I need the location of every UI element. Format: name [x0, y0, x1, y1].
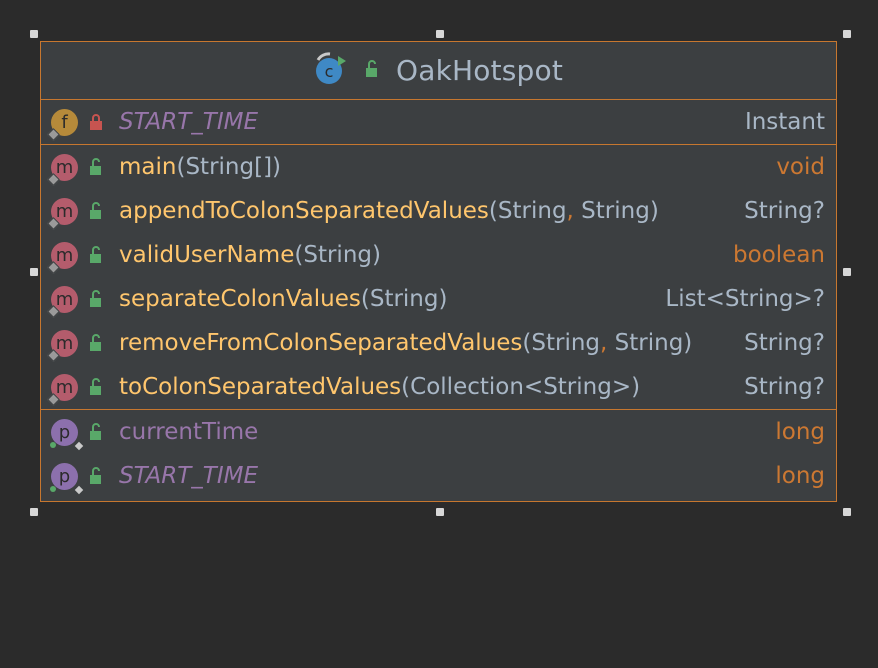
property-name: currentTime: [119, 419, 259, 445]
static-marker-icon: [47, 127, 60, 141]
static-marker-icon: [47, 260, 60, 274]
method-row[interactable]: m main(String[]) void: [41, 145, 836, 189]
return-type: void: [776, 154, 825, 180]
close-paren: ): [438, 286, 448, 312]
property-name: START_TIME: [119, 463, 259, 489]
method-icon: m: [47, 197, 78, 230]
close-paren: ): [272, 154, 282, 180]
property-icon: p: [50, 462, 84, 494]
method-row[interactable]: m removeFromColonSeparatedValues(String,…: [41, 321, 836, 365]
fields-section: f START_TIME Instant: [41, 100, 836, 145]
static-marker-icon: [47, 216, 60, 230]
property-marker-icon: [74, 485, 84, 494]
method-name: toColonSeparatedValues: [119, 374, 402, 400]
open-paren: (: [294, 242, 304, 268]
close-paren: ): [372, 242, 381, 268]
method-name: removeFromColonSeparatedValues: [119, 330, 523, 356]
return-type: List<String>?: [665, 286, 825, 312]
method-signature: separateColonValues(String): [119, 286, 447, 312]
method-icon: m: [47, 153, 78, 186]
unlocked-icon: [86, 201, 106, 221]
method-signature: appendToColonSeparatedValues(String, Str…: [119, 198, 659, 224]
method-arg: String: [497, 198, 567, 224]
open-paren: (: [360, 286, 370, 312]
unlocked-icon: [86, 422, 106, 442]
static-marker-icon: [47, 304, 60, 318]
open-paren: (: [488, 198, 498, 224]
method-row[interactable]: m validUserName(String) boolean: [41, 233, 836, 277]
method-icon: m: [47, 373, 78, 406]
return-type: String?: [744, 374, 825, 400]
method-icon: m: [47, 241, 78, 274]
class-node[interactable]: c OakHotspot f START_TIME Instant m main…: [40, 41, 837, 502]
method-name: appendToColonSeparatedValues: [119, 198, 489, 224]
unlocked-icon: [86, 333, 106, 353]
property-marker-icon: [74, 441, 84, 450]
method-signature: removeFromColonSeparatedValues(String, S…: [119, 330, 692, 356]
method-name: validUserName: [119, 242, 295, 268]
field-name: START_TIME: [119, 109, 259, 135]
class-icon: c: [314, 51, 348, 90]
method-signature: main(String[]): [119, 154, 281, 180]
return-type: boolean: [733, 242, 825, 268]
unlocked-icon: [86, 466, 106, 486]
method-row[interactable]: m toColonSeparatedValues(Collection<Stri…: [41, 365, 836, 409]
method-args: String: [303, 242, 372, 268]
close-paren: ): [649, 198, 659, 224]
resize-handle-top-left[interactable]: [30, 30, 38, 38]
field-type: Instant: [744, 109, 825, 135]
class-title: OakHotspot: [395, 54, 564, 87]
method-row[interactable]: m separateColonValues(String) List<Strin…: [41, 277, 836, 321]
arg-separator: ,: [566, 198, 574, 224]
method-arg: String: [573, 198, 650, 224]
method-args: Collection<String>: [410, 374, 632, 400]
unlocked-icon: [362, 59, 382, 83]
public-dot-icon: [50, 441, 56, 448]
unlocked-icon: [86, 289, 106, 309]
method-icon: m: [47, 329, 78, 362]
private-lock-icon: [86, 112, 106, 132]
resize-handle-middle-left[interactable]: [30, 268, 38, 276]
return-type: String?: [744, 330, 825, 356]
method-name: separateColonValues: [119, 286, 361, 312]
public-dot-icon: [50, 485, 56, 492]
method-signature: toColonSeparatedValues(Collection<String…: [119, 374, 640, 400]
close-paren: ): [631, 374, 641, 400]
property-type: long: [775, 463, 825, 489]
close-paren: ): [683, 330, 693, 356]
method-row[interactable]: m appendToColonSeparatedValues(String, S…: [41, 189, 836, 233]
method-arg: String: [531, 330, 601, 356]
unlocked-icon: [86, 377, 106, 397]
field-row[interactable]: f START_TIME Instant: [41, 100, 836, 144]
property-icon: p: [50, 418, 84, 450]
method-name: main: [119, 154, 177, 180]
resize-handle-bottom-left[interactable]: [30, 508, 38, 516]
static-marker-icon: [47, 348, 60, 362]
method-args: String[]: [185, 154, 273, 180]
return-type: String?: [744, 198, 825, 224]
field-icon: f: [47, 108, 78, 141]
method-signature: validUserName(String): [119, 242, 381, 268]
resize-handle-top-right[interactable]: [843, 30, 851, 38]
property-type: long: [775, 419, 825, 445]
method-arg: String: [607, 330, 684, 356]
properties-section: p currentTime long p START_TIME long: [41, 410, 836, 498]
method-args: String: [369, 286, 439, 312]
method-icon: m: [47, 285, 78, 318]
unlocked-icon: [86, 157, 106, 177]
resize-handle-top-center[interactable]: [436, 30, 444, 38]
resize-handle-bottom-center[interactable]: [436, 508, 444, 516]
open-paren: (: [401, 374, 411, 400]
unlocked-icon: [86, 245, 106, 265]
property-row[interactable]: p START_TIME long: [41, 454, 836, 498]
svg-text:c: c: [325, 62, 334, 81]
static-marker-icon: [47, 392, 60, 406]
resize-handle-bottom-right[interactable]: [843, 508, 851, 516]
static-marker-icon: [47, 172, 60, 186]
methods-section: m main(String[]) void m appendToColonSep…: [41, 145, 836, 410]
property-row[interactable]: p currentTime long: [41, 410, 836, 454]
resize-handle-middle-right[interactable]: [843, 268, 851, 276]
class-header: c OakHotspot: [41, 42, 836, 100]
